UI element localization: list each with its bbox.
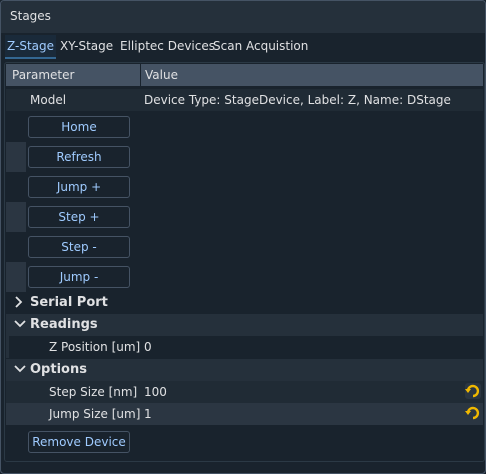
jump-plus-button[interactable]: Jump + [28,176,130,198]
step-minus-button[interactable]: Step - [28,236,130,258]
options-group[interactable]: Options [6,359,483,381]
chevron-right-icon[interactable] [14,295,24,312]
chevron-down-icon[interactable] [14,362,26,379]
step-plus-row: Step + [6,202,483,232]
tab-elliptec-devices[interactable]: Elliptec Devices [118,35,217,57]
home-button[interactable]: Home [28,116,130,138]
row-stub [6,142,26,172]
row-stub [6,202,26,232]
tab-scan-acquisition[interactable]: Scan Acquistion [211,35,310,57]
z-position-label: Z Position [um] [49,340,141,354]
refresh-row: Refresh [6,142,483,172]
undo-icon[interactable] [465,405,481,421]
readings-title: Readings [30,317,98,332]
tab-bar: Z-Stage XY-Stage Elliptec Devices Scan A… [1,35,485,59]
remove-device-button[interactable]: Remove Device [28,431,130,453]
jump-size-row[interactable]: Jump Size [um] 1 [6,403,483,425]
home-row: Home [6,112,483,142]
header-parameter: Parameter [12,68,75,82]
chevron-down-icon[interactable] [14,317,26,334]
window-title: Stages [10,9,51,23]
model-label: Model [30,93,67,107]
tree-header: Parameter Value [6,64,483,86]
jump-minus-button[interactable]: Jump - [28,266,130,288]
stages-window: Stages Z-Stage XY-Stage Elliptec Devices… [0,0,486,474]
step-size-value[interactable]: 100 [144,385,167,399]
serial-port-group[interactable]: Serial Port [6,292,483,314]
jump-size-value[interactable]: 1 [144,407,152,421]
refresh-button[interactable]: Refresh [28,146,130,168]
jump-size-label: Jump Size [um] [49,407,141,421]
z-position-value: 0 [144,340,152,354]
tab-z-stage[interactable]: Z-Stage [5,35,57,59]
step-minus-row: Step - [6,232,483,262]
step-plus-button[interactable]: Step + [28,206,130,228]
z-position-row: Z Position [um] 0 [6,336,483,358]
jump-minus-row: Jump - [6,262,483,292]
options-title: Options [30,362,87,377]
serial-port-title: Serial Port [30,295,108,310]
header-divider[interactable] [140,64,141,86]
undo-icon[interactable] [465,383,481,399]
row-stub [6,262,26,292]
parameter-tree: Parameter Value Model Device Type: Stage… [4,62,485,462]
row-indent [6,336,9,358]
remove-device-row: Remove Device [6,427,483,457]
model-value: Device Type: StageDevice, Label: Z, Name… [144,93,451,107]
model-row: Model Device Type: StageDevice, Label: Z… [6,89,483,111]
header-value: Value [145,68,178,82]
step-size-label: Step Size [nm] [49,385,138,399]
jump-plus-row: Jump + [6,172,483,202]
title-bar: Stages [1,1,485,33]
readings-group[interactable]: Readings [6,314,483,336]
step-size-row[interactable]: Step Size [nm] 100 [6,381,483,403]
tab-xy-stage[interactable]: XY-Stage [58,35,115,57]
